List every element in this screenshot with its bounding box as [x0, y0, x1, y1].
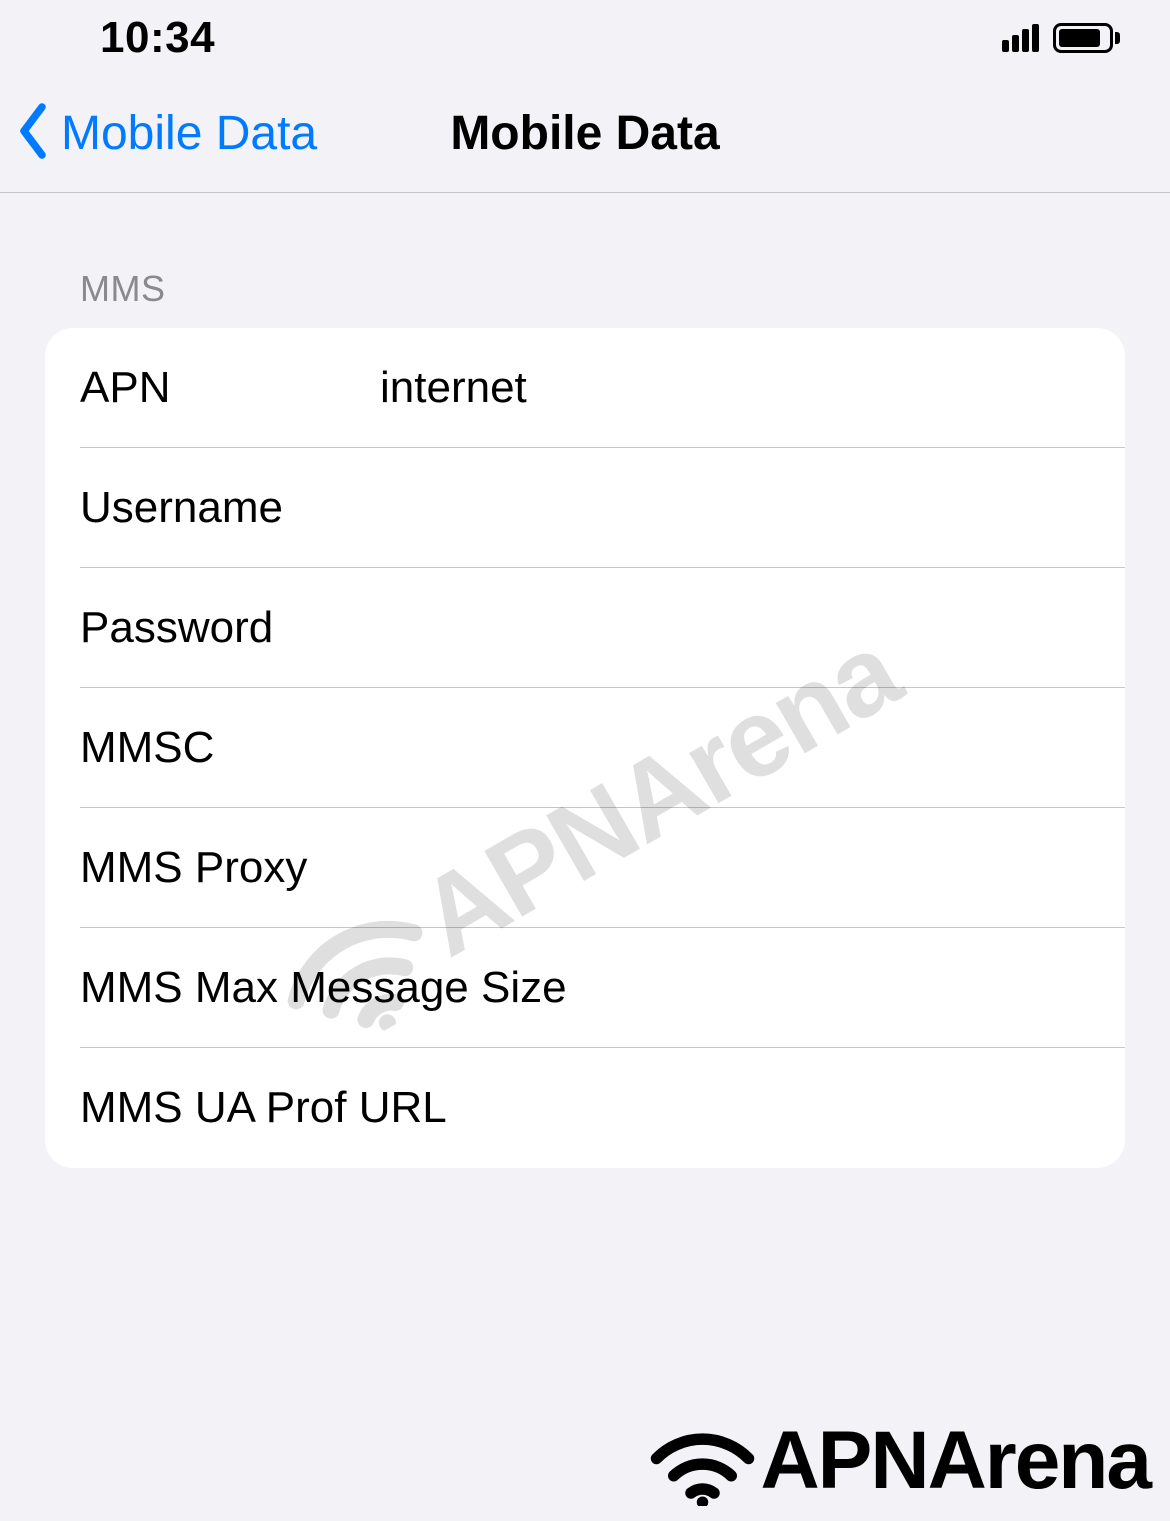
section-header-mms: MMS	[80, 268, 1125, 310]
watermark-text: APNArena	[760, 1414, 1150, 1508]
row-label-password: Password	[80, 603, 380, 653]
status-bar: 10:34	[0, 0, 1170, 75]
back-button-label: Mobile Data	[61, 106, 317, 161]
chevron-left-icon	[15, 101, 51, 166]
row-label-mms-proxy: MMS Proxy	[80, 843, 380, 893]
row-username[interactable]: Username	[45, 448, 1125, 568]
mmsc-input[interactable]	[380, 723, 1090, 773]
row-label-apn: APN	[80, 363, 380, 413]
status-right	[1002, 23, 1120, 53]
row-mms-proxy[interactable]: MMS Proxy	[45, 808, 1125, 928]
password-input[interactable]	[380, 603, 1090, 653]
settings-group-mms: APN Username Password MMSC MMS P	[45, 328, 1125, 1168]
status-time: 10:34	[100, 13, 215, 63]
row-mms-max-size[interactable]: MMS Max Message Size	[45, 928, 1125, 1048]
row-label-username: Username	[80, 483, 380, 533]
row-password[interactable]: Password	[45, 568, 1125, 688]
cellular-signal-icon	[1002, 24, 1039, 52]
content: MMS APN Username Password MMSC	[0, 193, 1170, 1168]
row-label-mms-ua-prof: MMS UA Prof URL	[80, 1083, 1090, 1133]
row-label-mmsc: MMSC	[80, 723, 380, 773]
watermark-corner: APNArena	[645, 1411, 1150, 1511]
navigation-bar: Mobile Data Mobile Data	[0, 75, 1170, 193]
page-title: Mobile Data	[450, 106, 719, 161]
row-mmsc[interactable]: MMSC	[45, 688, 1125, 808]
username-input[interactable]	[380, 483, 1090, 533]
row-apn[interactable]: APN	[45, 328, 1125, 448]
battery-icon	[1053, 23, 1120, 53]
apn-input[interactable]	[380, 363, 1090, 413]
back-button[interactable]: Mobile Data	[15, 101, 317, 166]
wifi-icon	[645, 1411, 760, 1511]
row-label-mms-max-size: MMS Max Message Size	[80, 963, 1090, 1013]
mms-proxy-input[interactable]	[380, 843, 1090, 893]
row-mms-ua-prof[interactable]: MMS UA Prof URL	[45, 1048, 1125, 1168]
